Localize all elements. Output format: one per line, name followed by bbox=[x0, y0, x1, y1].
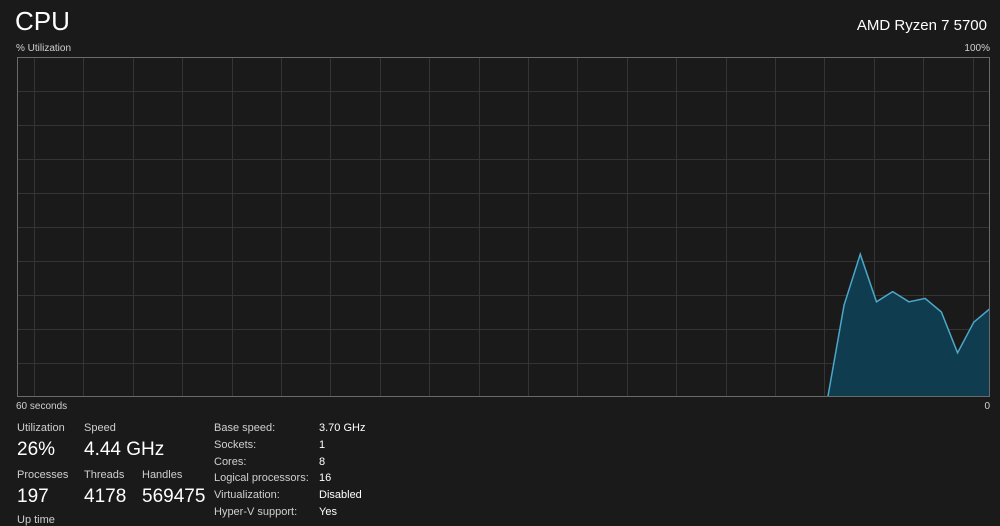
cpu-utilization-graph bbox=[17, 57, 990, 397]
spec-value: Yes bbox=[319, 506, 337, 518]
x-axis-min-label: 0 bbox=[984, 401, 990, 412]
spec-value: 16 bbox=[319, 472, 332, 484]
y-axis-label: % Utilization bbox=[16, 43, 72, 54]
spec-value: Disabled bbox=[319, 489, 362, 501]
processes-label: Processes bbox=[17, 469, 69, 481]
uptime-label: Up time bbox=[17, 514, 55, 526]
utilization-value: 26% bbox=[17, 439, 56, 460]
speed-value: 4.44 GHz bbox=[84, 439, 165, 460]
spec-key: Logical processors: bbox=[214, 472, 309, 484]
x-axis-label: 60 seconds bbox=[16, 401, 68, 412]
y-axis-max-label: 100% bbox=[964, 43, 990, 54]
spec-key: Cores: bbox=[214, 456, 247, 468]
page-title: CPU bbox=[15, 6, 70, 36]
processor-name: AMD Ryzen 7 5700 bbox=[856, 17, 987, 34]
speed-label: Speed bbox=[84, 422, 116, 434]
processes-value: 197 bbox=[17, 486, 49, 507]
threads-label: Threads bbox=[84, 469, 125, 481]
handles-value: 569475 bbox=[142, 486, 206, 507]
spec-value: 3.70 GHz bbox=[319, 422, 366, 434]
handles-label: Handles bbox=[142, 469, 183, 481]
spec-value: 8 bbox=[319, 456, 326, 468]
spec-key: Hyper-V support: bbox=[214, 506, 298, 518]
spec-value: 1 bbox=[319, 439, 326, 451]
utilization-area bbox=[827, 254, 990, 397]
utilization-label: Utilization bbox=[17, 422, 65, 434]
spec-key: Virtualization: bbox=[214, 489, 280, 501]
spec-key: Sockets: bbox=[214, 439, 257, 451]
threads-value: 4178 bbox=[84, 486, 127, 507]
spec-key: Base speed: bbox=[214, 422, 276, 434]
